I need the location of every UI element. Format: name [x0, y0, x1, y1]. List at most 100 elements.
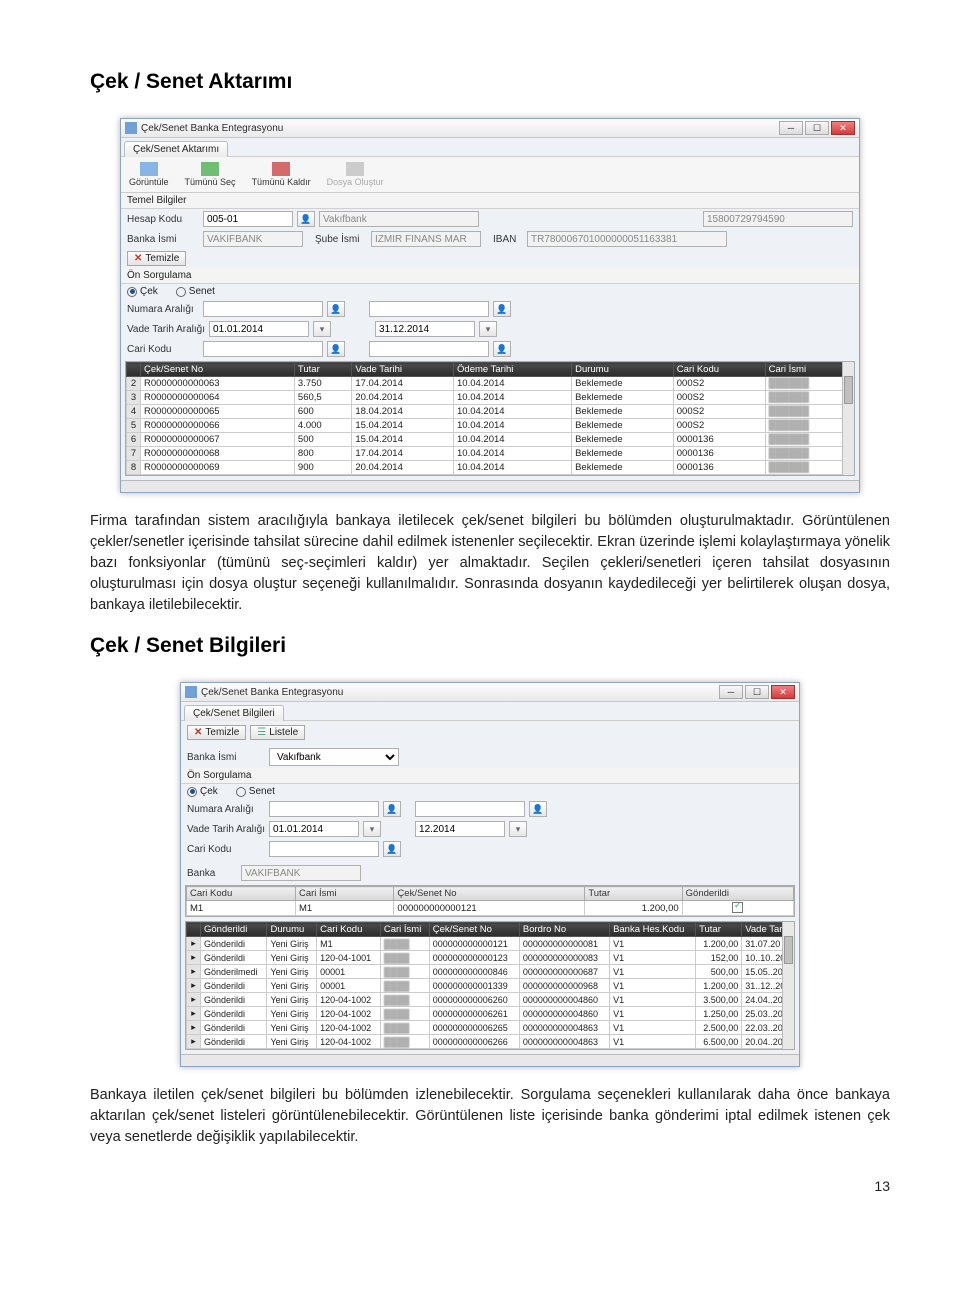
iban-label: IBAN [493, 234, 523, 245]
table-row[interactable]: ▸GönderildiYeni Giriş120-04-1002████0000… [187, 1035, 794, 1049]
hesap-picker-icon[interactable]: 👤 [297, 211, 315, 227]
goruntule-button[interactable]: Görüntüle [125, 160, 173, 189]
table-row[interactable]: 5R00000000000664.00015.04.201410.04.2014… [127, 419, 854, 433]
close-button[interactable]: ✕ [771, 685, 795, 699]
picker-icon[interactable]: 👤 [383, 801, 401, 817]
table-row[interactable]: 2R00000000000633.75017.04.201410.04.2014… [127, 377, 854, 391]
table-row[interactable]: M1M10000000000001211.200,00 [187, 901, 794, 916]
listele-button[interactable]: ☰Listele [250, 725, 305, 740]
cari-from-input[interactable] [203, 341, 323, 357]
paragraph-2: Bankaya iletilen çek/senet bilgileri bu … [90, 1085, 890, 1148]
table-row[interactable]: ▸GönderildiYeni Giriş00001████0000000000… [187, 979, 794, 993]
tab-aktarim[interactable]: Çek/Senet Aktarımı [124, 141, 228, 157]
vade-label: Vade Tarih Aralığı [127, 324, 205, 335]
table-row[interactable]: 7R000000000006880017.04.201410.04.2014Be… [127, 447, 854, 461]
hesap-input[interactable] [203, 211, 293, 227]
maximize-button[interactable]: ☐ [745, 685, 769, 699]
table-row[interactable]: ▸GönderildiYeni Giriş120-04-1001████0000… [187, 951, 794, 965]
check-icon [201, 162, 219, 176]
dosya-olustur-button[interactable]: Dosya Oluştur [323, 160, 388, 189]
cari-label: Cari Kodu [187, 844, 265, 855]
window-aktarim: Çek/Senet Banka Entegrasyonu ─ ☐ ✕ Çek/S… [120, 118, 860, 493]
calendar-icon[interactable]: ▾ [363, 821, 381, 837]
table-row[interactable]: ▸GönderildiYeni Giriş120-04-1002████0000… [187, 993, 794, 1007]
banka-input [203, 231, 303, 247]
window-title: Çek/Senet Banka Entegrasyonu [201, 687, 719, 698]
clear-icon: ✕ [134, 253, 142, 264]
minimize-button[interactable]: ─ [779, 121, 803, 135]
tumunu-sec-button[interactable]: Tümünü Seç [181, 160, 240, 189]
table-row[interactable]: 4R000000000006560018.04.201410.04.2014Be… [127, 405, 854, 419]
banka-label: Banka İsmi [187, 752, 265, 763]
view-icon [140, 162, 158, 176]
temizle-button[interactable]: ✕Temizle [127, 251, 186, 266]
banka-display [241, 865, 361, 881]
table-row[interactable]: ▸GönderildiYeni Giriş120-04-1002████0000… [187, 1007, 794, 1021]
numara-label: Numara Aralığı [187, 804, 265, 815]
vade-from-input[interactable] [269, 821, 359, 837]
numara-to-input[interactable] [369, 301, 489, 317]
numara-label: Numara Aralığı [127, 304, 199, 315]
horizontal-scrollbar[interactable] [121, 480, 859, 492]
senet-radio[interactable]: Senet [236, 786, 275, 797]
vertical-scrollbar[interactable] [782, 922, 794, 1049]
cek-radio[interactable]: Çek [127, 286, 158, 297]
taxno-display [703, 211, 853, 227]
table-row[interactable]: ▸GönderildiYeni GirişM1████0000000000001… [187, 937, 794, 951]
iban-input [527, 231, 727, 247]
grid-upper: Cari KoduCari İsmiÇek/Senet NoTutarGönde… [185, 885, 795, 917]
toolbar: Görüntüle Tümünü Seç Tümünü Kaldır Dosya… [121, 156, 859, 193]
vertical-scrollbar[interactable] [842, 362, 854, 475]
cari-from-input[interactable] [269, 841, 379, 857]
numara-from-input[interactable] [203, 301, 323, 317]
table-row[interactable]: 8R000000000006990020.04.201410.04.2014Be… [127, 461, 854, 475]
tumunu-kaldir-button[interactable]: Tümünü Kaldır [248, 160, 315, 189]
calendar-icon[interactable]: ▾ [313, 321, 331, 337]
bank-display [319, 211, 479, 227]
table-row[interactable]: ▸GönderilmediYeni Giriş00001████00000000… [187, 965, 794, 979]
window-title: Çek/Senet Banka Entegrasyonu [141, 123, 779, 134]
senet-radio[interactable]: Senet [176, 286, 215, 297]
app-icon [125, 122, 137, 134]
onsorgulama-header: Ön Sorgulama [121, 268, 859, 284]
titlebar: Çek/Senet Banka Entegrasyonu ─ ☐ ✕ [181, 683, 799, 702]
banka-select[interactable]: Vakıfbank [269, 748, 399, 766]
paragraph-1: Firma tarafından sistem aracılığıyla ban… [90, 511, 890, 616]
banka-label: Banka İsmi [127, 234, 199, 245]
numara-to-input[interactable] [415, 801, 525, 817]
tab-bilgileri[interactable]: Çek/Senet Bilgileri [184, 705, 284, 721]
picker-icon[interactable]: 👤 [327, 341, 345, 357]
picker-icon[interactable]: 👤 [529, 801, 547, 817]
horizontal-scrollbar[interactable] [181, 1054, 799, 1066]
table-row[interactable]: 3R0000000000064560,520.04.201410.04.2014… [127, 391, 854, 405]
sube-input [371, 231, 481, 247]
temizle-button[interactable]: ✕Temizle [187, 725, 246, 740]
table-row[interactable]: 6R000000000006750015.04.201410.04.2014Be… [127, 433, 854, 447]
heading-aktarim: Çek / Senet Aktarımı [90, 70, 890, 94]
table-row[interactable]: ▸GönderildiYeni Giriş120-04-1002████0000… [187, 1021, 794, 1035]
maximize-button[interactable]: ☐ [805, 121, 829, 135]
temel-bilgiler-header: Temel Bilgiler [121, 193, 859, 209]
close-button[interactable]: ✕ [831, 121, 855, 135]
heading-bilgileri: Çek / Senet Bilgileri [90, 634, 890, 658]
page-number: 13 [90, 1178, 890, 1194]
numara-from-input[interactable] [269, 801, 379, 817]
sube-label: Şube İsmi [315, 234, 367, 245]
x-icon [272, 162, 290, 176]
grid-lower: GönderildiDurumuCari KoduCari İsmiÇek/Se… [185, 921, 795, 1050]
picker-icon[interactable]: 👤 [383, 841, 401, 857]
picker-icon[interactable]: 👤 [327, 301, 345, 317]
cek-radio[interactable]: Çek [187, 786, 218, 797]
picker-icon[interactable]: 👤 [493, 341, 511, 357]
vade-label: Vade Tarih Aralığı [187, 824, 265, 835]
vade-to-input[interactable] [415, 821, 505, 837]
minimize-button[interactable]: ─ [719, 685, 743, 699]
picker-icon[interactable]: 👤 [493, 301, 511, 317]
vade-from-input[interactable] [209, 321, 309, 337]
cari-to-input[interactable] [369, 341, 489, 357]
calendar-icon[interactable]: ▾ [509, 821, 527, 837]
vade-to-input[interactable] [375, 321, 475, 337]
titlebar: Çek/Senet Banka Entegrasyonu ─ ☐ ✕ [121, 119, 859, 138]
grid-aktarim: Çek/Senet NoTutarVade TarihiÖdeme Tarihi… [125, 361, 855, 476]
calendar-icon[interactable]: ▾ [479, 321, 497, 337]
